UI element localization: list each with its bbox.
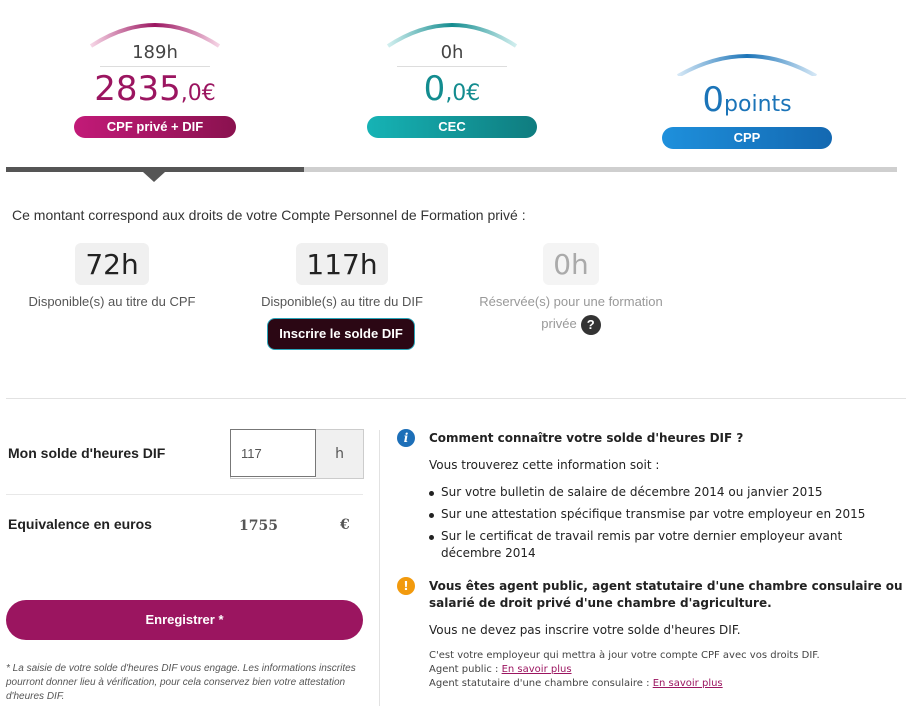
info-icon: i	[397, 429, 415, 447]
save-button[interactable]: Enregistrer *	[6, 600, 363, 640]
warn-title: Vous êtes agent public, agent statutaire…	[429, 579, 903, 610]
cpf-amount: 2835,0€	[94, 69, 216, 109]
cec-pill[interactable]: CEC	[367, 116, 537, 138]
rights-cpf: 72h Disponible(s) au titre du CPF	[22, 243, 202, 313]
cpf-hours-box: 72h	[75, 243, 149, 285]
inscrire-dif-button[interactable]: Inscrire le solde DIF	[267, 318, 415, 350]
list-item: Sur une attestation spécifique transmise…	[429, 506, 879, 523]
euro-symbol: €	[340, 517, 350, 533]
info-title: Comment connaître votre solde d'heures D…	[429, 431, 744, 445]
cpp-amount: 0points	[702, 80, 792, 120]
help-icon[interactable]: ?	[580, 314, 601, 335]
cpf-pill[interactable]: CPF privé + DIF	[74, 116, 236, 138]
warn-small-consulaire: Agent statutaire d'une chambre consulair…	[429, 678, 723, 689]
rights-reserved: 0h Réservée(s) pour une formation privée…	[471, 243, 671, 335]
rights-dif: 117h Disponible(s) au titre du DIF	[252, 243, 432, 313]
tab-bar	[6, 167, 897, 172]
cpf-hours: 189h	[132, 42, 178, 63]
warn-small-public: Agent public : En savoir plus	[429, 664, 572, 675]
warning-icon: !	[397, 577, 415, 595]
vertical-divider	[379, 430, 380, 706]
info-list: Sur votre bulletin de salaire de décembr…	[429, 484, 879, 567]
euro-equivalence-label: Equivalence en euros	[8, 516, 152, 532]
counter-cpp[interactable]: 0points CPP	[647, 46, 847, 149]
euro-equivalence-value: 1755	[239, 518, 278, 534]
reserved-hours-label: Réservée(s) pour une formation privée?	[471, 291, 671, 335]
cpp-pill[interactable]: CPP	[662, 127, 832, 149]
dif-balance-label: Mon solde d'heures DIF	[8, 445, 166, 461]
cec-hours: 0h	[440, 42, 464, 63]
tab-pointer	[143, 172, 165, 182]
en-savoir-plus-link-public[interactable]: En savoir plus	[502, 664, 572, 675]
dif-balance-field: h	[230, 429, 364, 479]
warn-text: Vous ne devez pas inscrire votre solde d…	[429, 623, 741, 637]
list-item: Sur votre bulletin de salaire de décembr…	[429, 484, 879, 501]
counter-cec[interactable]: 0h 0,0€ CEC	[352, 18, 552, 138]
dif-unit: h	[316, 430, 363, 478]
cec-amount: 0,0€	[423, 69, 481, 109]
dif-hours-box: 117h	[296, 243, 388, 285]
intro-text: Ce montant correspond aux droits de votr…	[12, 207, 526, 223]
dif-balance-input[interactable]	[230, 429, 316, 477]
arc-decoration	[676, 54, 818, 76]
divider	[6, 398, 906, 399]
dif-disclaimer: * La saisie de votre solde d'heures DIF …	[6, 663, 356, 702]
cpf-hours-label: Disponible(s) au titre du CPF	[28, 294, 196, 309]
dif-hours-label: Disponible(s) au titre du DIF	[261, 294, 423, 309]
form-divider	[6, 494, 363, 495]
info-subtitle: Vous trouverez cette information soit :	[429, 458, 660, 472]
en-savoir-plus-link-consulaire[interactable]: En savoir plus	[653, 678, 723, 689]
warn-small-employer: C'est votre employeur qui mettra à jour …	[429, 650, 820, 661]
list-item: Sur le certificat de travail remis par v…	[429, 528, 861, 562]
reserved-hours-box: 0h	[543, 243, 599, 285]
counter-cpf[interactable]: 189h 2835,0€ CPF privé + DIF	[55, 18, 255, 138]
